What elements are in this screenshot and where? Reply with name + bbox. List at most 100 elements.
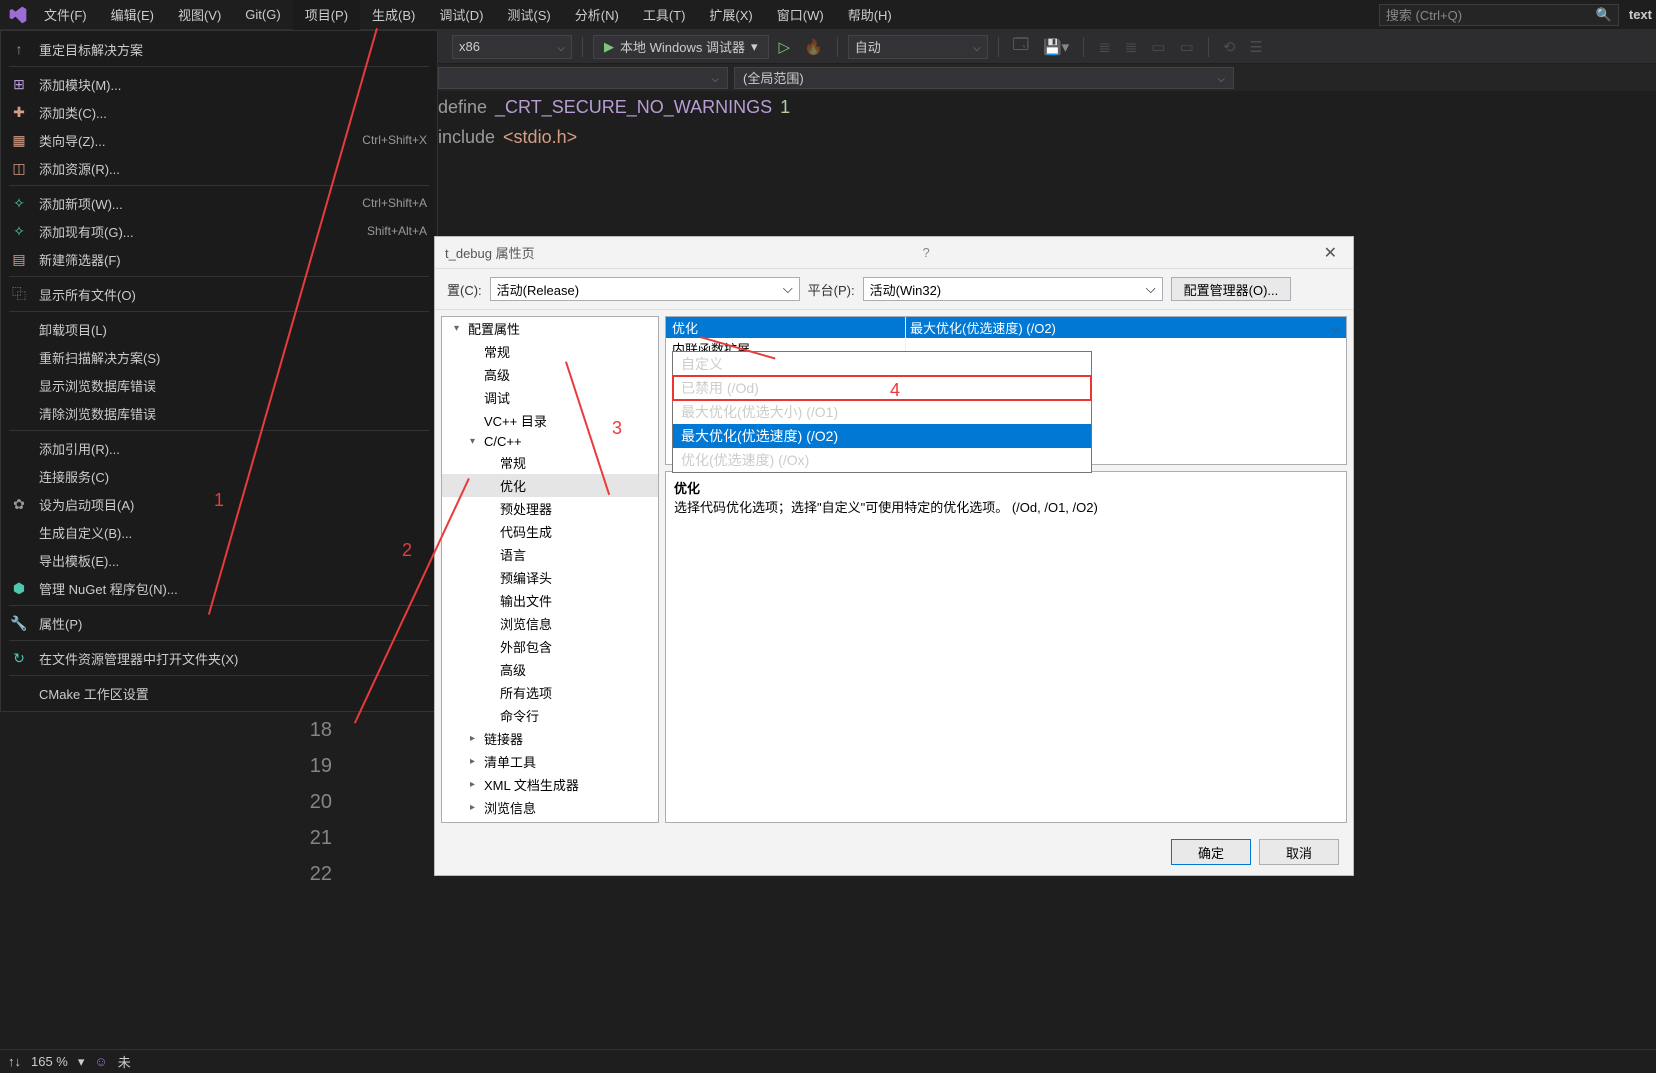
tree-node[interactable]: ▾配置属性	[442, 317, 658, 340]
tree-node[interactable]: 常规	[442, 451, 658, 474]
play-icon: ▶	[604, 39, 614, 55]
menu-item[interactable]: ✚添加类(C)...	[1, 98, 437, 126]
tree-node[interactable]: VC++ 目录	[442, 409, 658, 432]
menu-item[interactable]: 连接服务(C)	[1, 462, 437, 490]
tree-node[interactable]: 调试	[442, 386, 658, 409]
tree-label: C/C++	[484, 434, 522, 449]
close-icon[interactable]: ✕	[1318, 243, 1343, 263]
menu-item[interactable]: ⬢管理 NuGet 程序包(N)...	[1, 574, 437, 602]
option-item[interactable]: 已禁用 (/Od)	[673, 376, 1091, 400]
menu-analyze[interactable]: 分析(N)	[563, 0, 631, 30]
menu-tools[interactable]: 工具(T)	[631, 0, 698, 30]
menu-item[interactable]: ✿设为启动项目(A)	[1, 490, 437, 518]
menu-debug[interactable]: 调试(D)	[427, 0, 495, 30]
menu-edit[interactable]: 编辑(E)	[99, 0, 166, 30]
menu-git[interactable]: Git(G)	[233, 1, 292, 28]
feedback-icon[interactable]: ☺	[94, 1054, 107, 1069]
tree-label: 外部包含	[500, 637, 552, 656]
tree-node[interactable]: 预编译头	[442, 566, 658, 589]
tree-node[interactable]: 命令行	[442, 704, 658, 727]
menu-item[interactable]: ↑重定目标解决方案	[1, 35, 437, 63]
tree-node[interactable]: 代码生成	[442, 520, 658, 543]
menu-item[interactable]: ◫添加资源(R)...	[1, 154, 437, 182]
tree-node[interactable]: 浏览信息	[442, 612, 658, 635]
menu-item[interactable]: 添加引用(R)...	[1, 434, 437, 462]
tree-node[interactable]: 常规	[442, 340, 658, 363]
menu-item-label: CMake 工作区设置	[39, 684, 417, 703]
config-value: 活动(Release)	[497, 280, 579, 299]
menu-item-icon: 🔧	[9, 615, 29, 632]
tree-node[interactable]: ▸浏览信息	[442, 796, 658, 819]
menu-extensions[interactable]: 扩展(X)	[697, 0, 764, 30]
menu-item[interactable]: 🔧属性(P)	[1, 609, 437, 637]
menu-item-icon: ✧	[9, 195, 29, 212]
chevron-down-icon	[711, 70, 719, 85]
menu-build[interactable]: 生成(B)	[360, 0, 427, 30]
option-item[interactable]: 优化(优选速度) (/Ox)	[673, 448, 1091, 472]
tree-node[interactable]: ▸链接器	[442, 727, 658, 750]
tree-node[interactable]: 外部包含	[442, 635, 658, 658]
property-value[interactable]: 最大优化(优选速度) (/O2)	[906, 317, 1346, 338]
tree-node[interactable]: 预处理器	[442, 497, 658, 520]
tree-node[interactable]: 所有选项	[442, 681, 658, 704]
folder-icon[interactable]: 🗔	[1009, 34, 1033, 59]
optimization-options[interactable]: 自定义已禁用 (/Od)最大优化(优选大小) (/O1)最大优化(优选速度) (…	[672, 351, 1092, 473]
property-row[interactable]: 优化最大优化(优选速度) (/O2)	[666, 317, 1346, 338]
menu-item[interactable]: ▦类向导(Z)...Ctrl+Shift+X	[1, 126, 437, 154]
property-tree[interactable]: ▾配置属性常规高级调试VC++ 目录▾C/C++常规优化预处理器代码生成语言预编…	[441, 316, 659, 823]
cancel-button[interactable]: 取消	[1259, 839, 1339, 865]
platform-value: 活动(Win32)	[870, 280, 942, 299]
menu-item[interactable]: ✧添加新项(W)...Ctrl+Shift+A	[1, 189, 437, 217]
search-input[interactable]: 搜索 (Ctrl+Q) 🔍	[1379, 4, 1619, 26]
nav-combo-left[interactable]	[438, 67, 728, 89]
menu-item-label: 添加资源(R)...	[39, 159, 417, 178]
menu-item[interactable]: ↻在文件资源管理器中打开文件夹(X)	[1, 644, 437, 672]
menu-item[interactable]: 导出模板(E)...	[1, 546, 437, 574]
config-combo[interactable]: 活动(Release)⌵	[490, 277, 800, 301]
tree-node[interactable]: 优化	[442, 474, 658, 497]
menu-item[interactable]: 卸载项目(L)	[1, 315, 437, 343]
menu-item[interactable]: CMake 工作区设置	[1, 679, 437, 707]
menu-item[interactable]: ⿻显示所有文件(O)	[1, 280, 437, 308]
tree-node[interactable]: 输出文件	[442, 589, 658, 612]
tree-node[interactable]: 高级	[442, 658, 658, 681]
auto-combo[interactable]: 自动	[848, 35, 988, 59]
platform-label: 平台(P):	[808, 280, 855, 299]
tree-node[interactable]: 高级	[442, 363, 658, 386]
menu-view[interactable]: 视图(V)	[166, 0, 233, 30]
tree-node[interactable]: 语言	[442, 543, 658, 566]
tree-node[interactable]: ▸XML 文档生成器	[442, 773, 658, 796]
start-no-debug-icon[interactable]: ▷	[775, 38, 795, 56]
menu-help[interactable]: 帮助(H)	[836, 0, 904, 30]
menu-test[interactable]: 测试(S)	[495, 0, 562, 30]
ok-button[interactable]: 确定	[1171, 839, 1251, 865]
config-manager-button[interactable]: 配置管理器(O)...	[1171, 277, 1292, 301]
menu-item[interactable]: ✧添加现有项(G)...Shift+Alt+A	[1, 217, 437, 245]
option-item[interactable]: 自定义	[673, 352, 1091, 376]
menu-item[interactable]: ▤新建筛选器(F)	[1, 245, 437, 273]
platform-combo[interactable]: 活动(Win32)⌵	[863, 277, 1163, 301]
menu-item[interactable]: 清除浏览数据库错误	[1, 399, 437, 427]
tree-node[interactable]: ▸清单工具	[442, 750, 658, 773]
start-debug-button[interactable]: ▶ 本地 Windows 调试器 ▾	[593, 35, 769, 59]
platform-combo[interactable]: x86	[452, 35, 572, 59]
menu-item[interactable]: 显示浏览数据库错误	[1, 371, 437, 399]
option-item[interactable]: 最大优化(优选速度) (/O2)	[673, 424, 1091, 448]
tree-node[interactable]: ▾C/C++	[442, 432, 658, 451]
menu-project[interactable]: 项目(P)	[293, 0, 360, 30]
option-item[interactable]: 最大优化(优选大小) (/O1)	[673, 400, 1091, 424]
zoom-level[interactable]: 165 %	[31, 1054, 68, 1069]
menu-window[interactable]: 窗口(W)	[765, 0, 836, 30]
save-icon[interactable]: 💾▾	[1039, 38, 1073, 56]
nav-combo-scope[interactable]: (全局范围)	[734, 67, 1234, 89]
menu-item[interactable]: 重新扫描解决方案(S)	[1, 343, 437, 371]
menu-item-label: 添加模块(M)...	[39, 75, 417, 94]
desc-title: 优化	[674, 478, 1338, 497]
tree-node[interactable]: ▸生成事件	[442, 819, 658, 823]
scope-label: (全局范围)	[743, 68, 804, 87]
help-icon[interactable]: ?	[910, 245, 941, 260]
menu-item[interactable]: 生成自定义(B)...	[1, 518, 437, 546]
menu-item[interactable]: ⊞添加模块(M)...	[1, 70, 437, 98]
menu-file[interactable]: 文件(F)	[32, 0, 99, 30]
menu-item-label: 连接服务(C)	[39, 467, 417, 486]
